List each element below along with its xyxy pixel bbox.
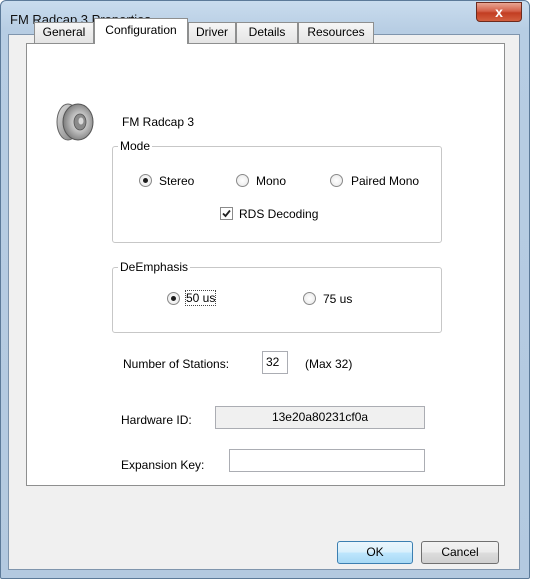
close-button[interactable]: x [476, 2, 522, 22]
tab-details[interactable]: Details [236, 22, 298, 43]
tab-label: Resources [307, 25, 365, 39]
radio-mono-indicator [236, 174, 249, 187]
cancel-button[interactable]: Cancel [421, 541, 499, 564]
radio-paired-mono-label: Paired Mono [351, 174, 420, 188]
radio-50us-indicator [167, 292, 180, 305]
radio-mono-label: Mono [256, 174, 287, 188]
expansion-key-label: Expansion Key: [121, 458, 205, 472]
radio-75us-label: 75 us [323, 292, 353, 306]
mode-group-title: Mode [118, 139, 153, 153]
radio-stereo-label: Stereo [159, 174, 195, 188]
ok-button[interactable]: OK [337, 541, 413, 564]
radio-stereo-indicator [139, 174, 152, 187]
tab-label: General [42, 25, 86, 39]
deemphasis-group-title: DeEmphasis [118, 260, 191, 274]
tab-label: Driver [196, 25, 228, 39]
checkmark-icon [222, 209, 231, 218]
speaker-icon [56, 103, 94, 141]
tab-driver[interactable]: Driver [188, 22, 236, 43]
mode-groupbox [112, 146, 442, 243]
tab-resources[interactable]: Resources [298, 22, 374, 43]
tab-general[interactable]: General [34, 22, 94, 43]
expansion-key-input[interactable] [229, 449, 425, 472]
stations-max-note: (Max 32) [305, 357, 353, 371]
hardware-id-field: 13e20a80231cf0a [215, 406, 425, 429]
close-icon: x [495, 4, 503, 20]
deemphasis-groupbox [112, 267, 442, 333]
tab-label: Configuration [105, 23, 177, 37]
radio-75us-indicator [303, 292, 316, 305]
tab-label: Details [248, 25, 286, 39]
rds-checkbox-box [220, 207, 233, 220]
rds-checkbox-label: RDS Decoding [239, 207, 319, 221]
hardware-id-label: Hardware ID: [121, 413, 192, 427]
radio-50us-label: 50 us [184, 290, 217, 306]
radio-paired-mono-indicator [330, 174, 343, 187]
stations-label: Number of Stations: [123, 357, 230, 371]
device-name: FM Radcap 3 [122, 115, 195, 129]
stations-input[interactable]: 32 [262, 351, 288, 374]
tab-configuration[interactable]: Configuration [94, 18, 188, 44]
